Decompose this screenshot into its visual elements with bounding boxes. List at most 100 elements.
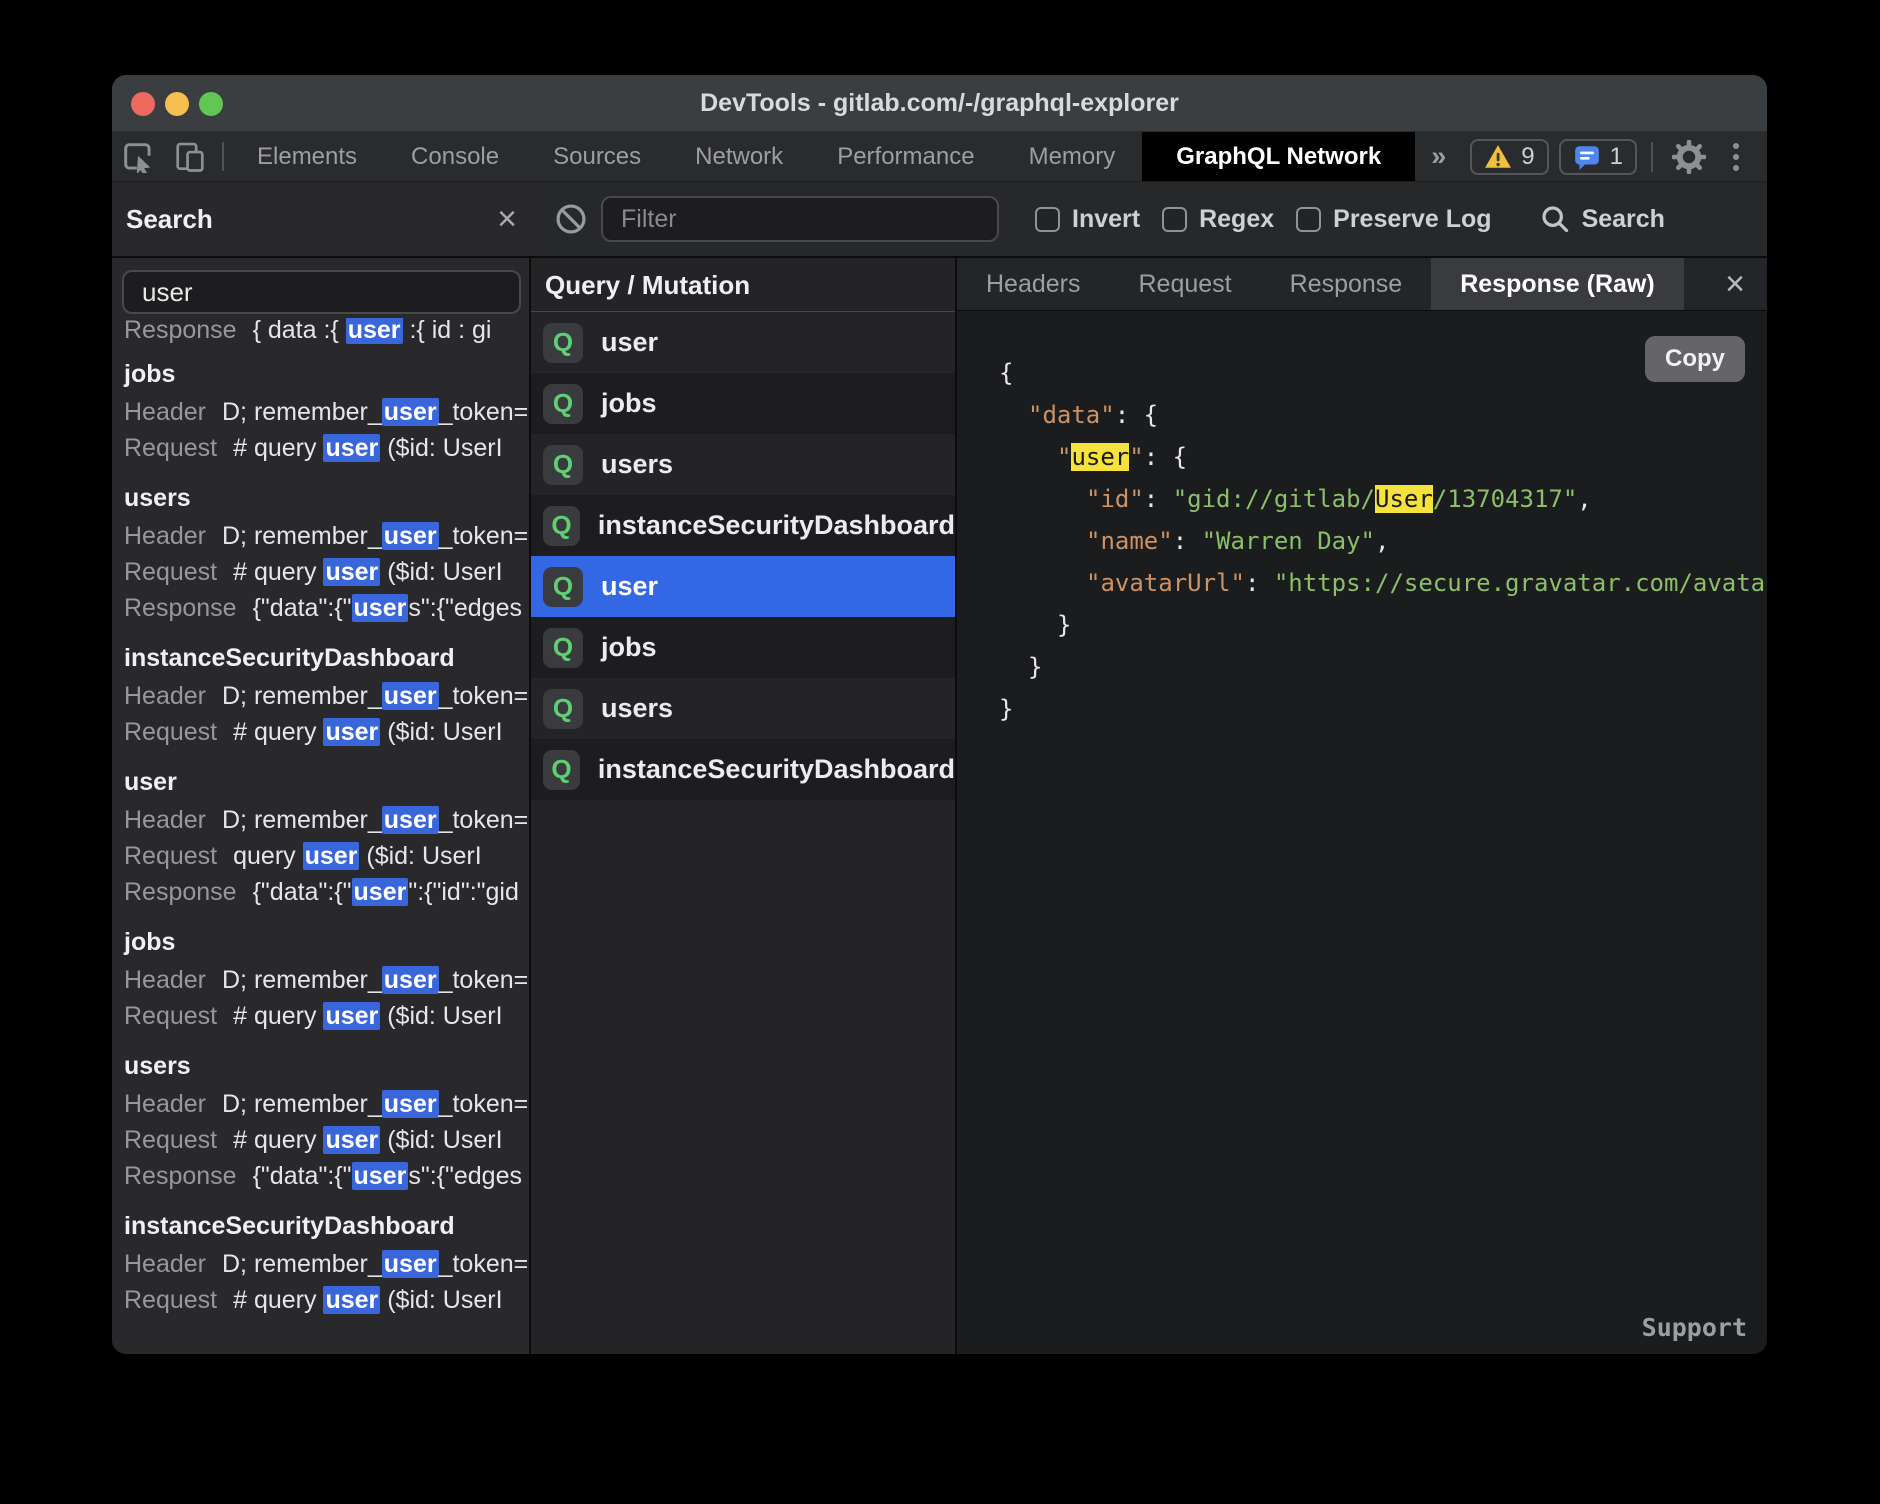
checkbox-box-preserve-log[interactable] [1296, 207, 1321, 232]
json-token: , [1577, 485, 1591, 513]
result-line[interactable]: HeaderD; remember_user_token=e [124, 1246, 529, 1282]
query-row-label: instanceSecurityDashboard [598, 510, 955, 541]
tab-sources[interactable]: Sources [526, 132, 668, 181]
tab-performance[interactable]: Performance [810, 132, 1001, 181]
result-line[interactable]: Response{"data":{"user":{"id":"gid [124, 874, 529, 910]
result-line[interactable]: HeaderD; remember_user_token=e [124, 962, 529, 998]
result-line[interactable]: Request# query user ($id: UserI [124, 554, 529, 590]
result-line-text: D; remember_user_token=e [222, 966, 529, 994]
query-row-user[interactable]: Quser [531, 312, 955, 373]
query-row-instancesecuritydashboard[interactable]: QinstanceSecurityDashboard [531, 739, 955, 800]
result-line[interactable]: Response{"data":{"users":{"edges [124, 590, 529, 626]
detail-tab-request[interactable]: Request [1110, 258, 1261, 310]
query-row-jobs[interactable]: Qjobs [531, 373, 955, 434]
json-line: "user": { [957, 436, 1767, 478]
match-highlight: user [382, 522, 439, 550]
clear-filter-icon[interactable] [555, 203, 587, 235]
match-highlight: user [382, 1090, 439, 1118]
result-line-label: Header [124, 398, 206, 426]
query-type-badge: Q [543, 689, 583, 729]
copy-button[interactable]: Copy [1645, 336, 1745, 382]
result-line[interactable]: HeaderD; remember_user_token=e [124, 1086, 529, 1122]
tab-graphql-network[interactable]: GraphQL Network [1142, 132, 1415, 181]
more-tabs-button[interactable]: » [1415, 132, 1462, 181]
query-row-jobs[interactable]: Qjobs [531, 617, 955, 678]
result-section-title: instanceSecurityDashboard [124, 1206, 529, 1246]
json-token: /13704317" [1433, 485, 1578, 513]
checkbox-regex[interactable]: Regex [1162, 205, 1274, 234]
detail-tab-response-raw[interactable]: Response (Raw) [1431, 258, 1683, 310]
result-line[interactable]: Request# query user ($id: UserI [124, 1122, 529, 1158]
json-token: "name" [1086, 527, 1173, 555]
messages-badge[interactable]: 1 [1559, 139, 1637, 175]
query-rows: QuserQjobsQusersQinstanceSecurityDashboa… [531, 312, 955, 800]
device-toolbar-icon[interactable] [164, 132, 216, 181]
message-count: 1 [1610, 143, 1623, 171]
result-section-title: user [124, 762, 529, 802]
checkbox-label-invert: Invert [1072, 205, 1140, 234]
query-row-label: user [601, 571, 658, 602]
json-token: "avatarUrl" [1086, 569, 1245, 597]
json-token: " [1129, 443, 1143, 471]
result-line[interactable]: Request# query user ($id: UserI [124, 430, 529, 466]
match-highlight: user [382, 398, 439, 426]
detail-tab-headers[interactable]: Headers [957, 258, 1110, 310]
result-line[interactable]: Header D; remember_user_token=e [124, 518, 529, 554]
json-token: } [1028, 653, 1042, 681]
result-line[interactable]: Request# query user ($id: UserI [124, 714, 529, 750]
settings-gear-icon[interactable] [1667, 140, 1711, 174]
tab-elements[interactable]: Elements [230, 132, 384, 181]
json-token: , [1375, 527, 1389, 555]
query-row-users[interactable]: Qusers [531, 434, 955, 495]
checkbox-label-regex: Regex [1199, 205, 1274, 234]
checkbox-preserve-log[interactable]: Preserve Log [1296, 205, 1491, 234]
result-line-text: {"data":{"users":{"edges [253, 1162, 522, 1190]
json-token: : [1144, 443, 1173, 471]
tab-network[interactable]: Network [668, 132, 810, 181]
result-line[interactable]: Request# query user ($id: UserI [124, 998, 529, 1034]
result-line[interactable]: HeaderD; remember_user_token=e [124, 802, 529, 838]
query-row-users[interactable]: Qusers [531, 678, 955, 739]
result-line[interactable]: Request# query user ($id: UserI [124, 1282, 529, 1318]
checkbox-invert[interactable]: Invert [1035, 205, 1140, 234]
result-line-label: Response [124, 318, 237, 344]
result-line[interactable]: Requestquery user ($id: UserI [124, 838, 529, 874]
query-row-label: users [601, 449, 673, 480]
close-search-panel-icon[interactable]: × [497, 204, 517, 234]
result-line-text: {"data":{"users":{"edges [253, 594, 522, 622]
tab-memory[interactable]: Memory [1002, 132, 1143, 181]
result-line-text: D; remember_user_token=e [222, 522, 529, 550]
result-line-label: Header [124, 522, 206, 550]
search-input[interactable] [122, 270, 521, 314]
filter-input[interactable] [601, 196, 999, 242]
warnings-badge[interactable]: 9 [1470, 139, 1548, 175]
query-type-badge: Q [543, 506, 580, 546]
result-line[interactable]: HeaderD; remember_user_token=e [124, 394, 529, 430]
kebab-menu-icon[interactable] [1721, 143, 1751, 171]
json-token: "gid://gitlab/ [1173, 485, 1375, 513]
query-row-user[interactable]: Quser [531, 556, 955, 617]
close-detail-icon[interactable]: × [1703, 258, 1767, 310]
result-line[interactable]: Response{ data :{ user :{ id : gi [124, 318, 529, 348]
support-link[interactable]: Support [1642, 1313, 1747, 1342]
result-line[interactable]: Response{"data":{"users":{"edges [124, 1158, 529, 1194]
checkbox-box-invert[interactable] [1035, 207, 1060, 232]
inspect-element-icon[interactable] [112, 132, 164, 181]
checkbox-box-regex[interactable] [1162, 207, 1187, 232]
detail-tab-response[interactable]: Response [1261, 258, 1432, 310]
result-line-text: # query user ($id: UserI [233, 1286, 502, 1314]
result-line-label: Header [124, 1090, 206, 1118]
query-row-instancesecuritydashboard[interactable]: QinstanceSecurityDashboard [531, 495, 955, 556]
json-line: } [957, 646, 1767, 688]
search-toggle[interactable]: Search [1540, 204, 1665, 234]
search-results-list: Response{ data :{ user :{ id : gi jobs Hea… [112, 318, 529, 1354]
result-section-title: jobs [124, 922, 529, 962]
result-line[interactable]: HeaderD; remember_user_token=e [124, 678, 529, 714]
query-row-label: instanceSecurityDashboard [598, 754, 955, 785]
match-highlight: user [382, 1250, 439, 1278]
tab-console[interactable]: Console [384, 132, 526, 181]
match-highlight: user [323, 1002, 380, 1030]
result-line-text: # query user ($id: UserI [233, 718, 502, 746]
json-line: } [957, 604, 1767, 646]
search-panel-header: Search × [112, 182, 531, 256]
